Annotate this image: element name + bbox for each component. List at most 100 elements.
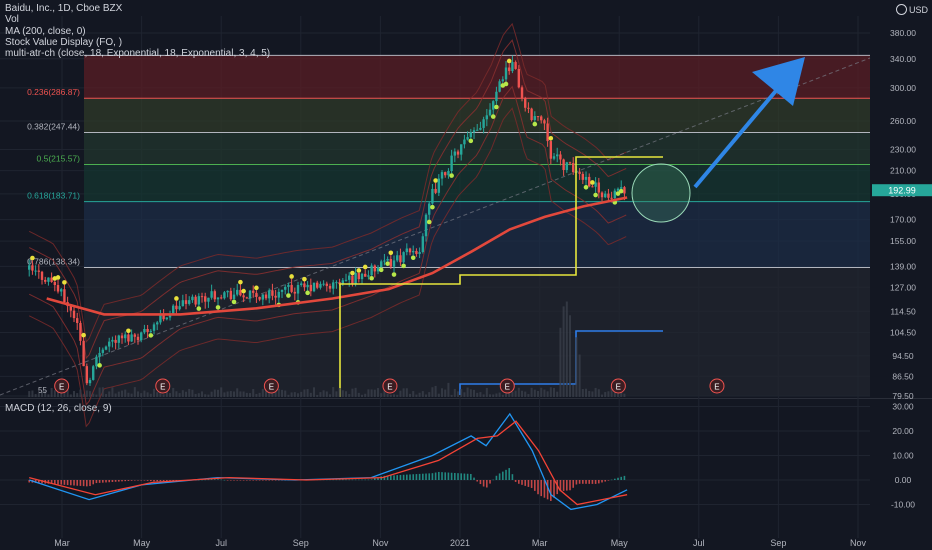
- macd-histogram-bar: [249, 480, 251, 481]
- candle-body: [162, 315, 165, 320]
- volume-bar: [597, 389, 600, 397]
- candle-body: [466, 137, 469, 140]
- price-axis-label: 300.00: [890, 83, 916, 93]
- volume-bar: [569, 315, 572, 397]
- volume-bar: [335, 391, 338, 397]
- volume-bar: [217, 389, 220, 397]
- signal-dot: [433, 178, 438, 183]
- volume-bar: [389, 394, 392, 397]
- candle-body: [239, 289, 242, 296]
- volume-bar: [149, 393, 152, 397]
- volume-bar: [473, 389, 476, 397]
- volume-bar: [572, 384, 575, 397]
- macd-histogram-bar: [502, 471, 504, 480]
- candle-body: [514, 62, 517, 69]
- volume-bar: [124, 389, 127, 397]
- volume-bar: [553, 387, 556, 397]
- candle-body: [504, 67, 508, 80]
- volume-bar: [393, 394, 396, 397]
- candle-body: [271, 290, 274, 296]
- candle-body: [76, 318, 79, 323]
- macd-histogram-bar: [409, 474, 411, 480]
- macd-histogram-bar: [268, 480, 271, 481]
- candle-body: [399, 255, 402, 263]
- macd-histogram-bar: [265, 480, 267, 481]
- candle-body: [367, 275, 370, 277]
- signal-dot: [369, 275, 374, 281]
- volume-bar: [341, 390, 344, 397]
- macd-histogram-bar: [406, 474, 408, 480]
- candle-body: [511, 62, 514, 72]
- volume-bar: [460, 389, 463, 397]
- candle-body: [360, 273, 364, 280]
- candle-body: [178, 306, 181, 310]
- macd-histogram-bar: [514, 480, 517, 482]
- macd-histogram-bar: [146, 480, 149, 481]
- candle-body: [136, 336, 140, 341]
- atr-channel-indicator-label[interactable]: multi-atr-ch (close, 18, Exponential, 18…: [5, 48, 270, 59]
- macd-histogram-bar: [428, 473, 431, 480]
- macd-histogram-bar: [518, 480, 520, 484]
- volume-bar: [489, 394, 492, 397]
- macd-legend[interactable]: MACD (12, 26, close, 9): [5, 403, 112, 414]
- macd-histogram-bar: [127, 480, 130, 481]
- candle-body: [581, 173, 585, 180]
- signal-dot: [231, 299, 237, 305]
- volume-bar: [524, 391, 527, 397]
- volume-bar: [181, 390, 184, 397]
- macd-histogram-bar: [562, 480, 565, 491]
- time-axis-label: Nov: [850, 538, 867, 548]
- stock-value-indicator-label[interactable]: Stock Value Display (FO, ): [5, 37, 270, 48]
- earnings-marker-label: E: [59, 383, 64, 392]
- macd-histogram-bar: [399, 474, 402, 480]
- macd-histogram-bar: [482, 480, 485, 487]
- volume-bar: [585, 388, 588, 397]
- macd-histogram-bar: [226, 480, 229, 481]
- macd-histogram-bar: [150, 480, 152, 482]
- candle-body: [236, 289, 239, 295]
- candle-body: [277, 291, 281, 298]
- candle-body: [98, 352, 101, 357]
- volume-bar: [463, 392, 466, 397]
- macd-histogram-bar: [415, 474, 418, 480]
- macd-histogram-bar: [434, 472, 437, 480]
- macd-histogram-bar: [454, 472, 456, 480]
- macd-histogram-bar: [220, 479, 223, 481]
- candle-body: [456, 151, 460, 155]
- candle-body: [546, 123, 549, 142]
- volume-bar: [194, 393, 197, 397]
- volume-bar: [338, 388, 341, 397]
- candle-body: [392, 260, 396, 267]
- macd-histogram-bar: [89, 480, 91, 487]
- fib-label: 0.5(215.57): [37, 154, 81, 164]
- candle-body: [101, 349, 105, 353]
- time-axis-label: Sep: [293, 538, 309, 548]
- currency-selector[interactable]: USD: [895, 4, 928, 15]
- volume-bar: [354, 387, 357, 397]
- candle-body: [495, 91, 498, 102]
- macd-histogram-bar: [550, 480, 552, 501]
- candle-body: [408, 248, 412, 253]
- candle-body: [216, 297, 220, 300]
- volume-bar: [498, 392, 501, 397]
- volume-bar: [133, 387, 136, 397]
- macd-histogram-bar: [351, 479, 354, 481]
- candle-body: [524, 98, 527, 108]
- volume-bar: [578, 354, 581, 397]
- candle-body: [412, 250, 415, 253]
- macd-axis-label: 10.00: [892, 451, 914, 461]
- earnings-marker-label: E: [387, 383, 392, 392]
- price-chart[interactable]: 0.236(286.87) 0.382(247.44) 0.5(215.57) 0.6…: [0, 0, 932, 550]
- signal-dot: [506, 58, 512, 64]
- volume-indicator-label[interactable]: Vol: [5, 14, 270, 25]
- volume-bar: [428, 392, 431, 397]
- volume-bar: [405, 388, 408, 397]
- candle-body: [242, 295, 245, 298]
- signal-dot: [548, 135, 554, 141]
- symbol-title[interactable]: Baidu, Inc., 1D, Cboe BZX: [5, 3, 270, 14]
- candle-body: [280, 289, 284, 292]
- ma-indicator-label[interactable]: MA (200, close, 0): [5, 26, 270, 37]
- signal-dot: [126, 328, 131, 334]
- candle-body: [450, 155, 453, 172]
- currency-icon: [895, 4, 907, 15]
